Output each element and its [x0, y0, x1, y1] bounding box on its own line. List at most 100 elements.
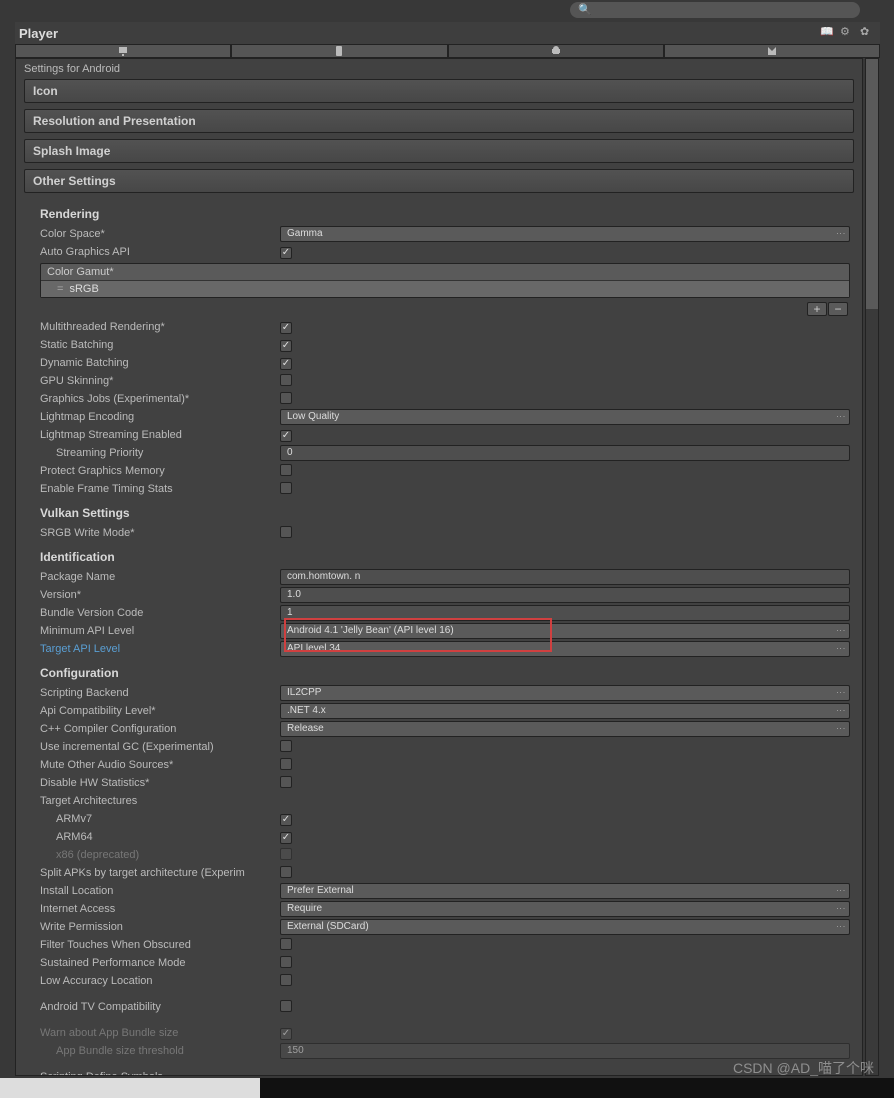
- incremental-gc-label: Use incremental GC (Experimental): [40, 741, 280, 753]
- search-icon: 🔍: [578, 4, 592, 16]
- protect-graphics-checkbox[interactable]: [280, 464, 292, 476]
- static-batching-label: Static Batching: [40, 339, 280, 351]
- color-gamut-box: Color Gamut* sRGB: [40, 263, 850, 298]
- split-apk-label: Split APKs by target architecture (Exper…: [40, 867, 280, 879]
- graphics-jobs-label: Graphics Jobs (Experimental)*: [40, 393, 280, 405]
- gpu-skinning-label: GPU Skinning*: [40, 375, 280, 387]
- armv7-checkbox[interactable]: [280, 814, 292, 826]
- bundle-code-label: Bundle Version Code: [40, 607, 280, 619]
- internet-access-dropdown[interactable]: Require: [280, 901, 850, 917]
- lightmap-encoding-label: Lightmap Encoding: [40, 411, 280, 423]
- api-compat-label: Api Compatibility Level*: [40, 705, 280, 717]
- srgb-write-label: SRGB Write Mode*: [40, 527, 280, 539]
- low-accuracy-checkbox[interactable]: [280, 974, 292, 986]
- filter-touches-label: Filter Touches When Obscured: [40, 939, 280, 951]
- version-label: Version*: [40, 589, 280, 601]
- color-space-label: Color Space*: [40, 228, 280, 240]
- platform-tabs: [15, 44, 880, 58]
- android-tv-label: Android TV Compatibility: [40, 1001, 280, 1013]
- api-compat-dropdown[interactable]: .NET 4.x: [280, 703, 850, 719]
- android-tv-checkbox[interactable]: [280, 1000, 292, 1012]
- target-api-label: Target API Level: [40, 643, 280, 655]
- auto-graphics-checkbox[interactable]: [280, 247, 292, 259]
- search-input[interactable]: 🔍: [570, 2, 860, 18]
- install-location-label: Install Location: [40, 885, 280, 897]
- tab-android[interactable]: [448, 44, 664, 58]
- section-resolution[interactable]: Resolution and Presentation: [24, 109, 854, 133]
- x86-checkbox: [280, 848, 292, 860]
- define-symbols-label: Scripting Define Symbols: [40, 1071, 280, 1076]
- gear-icon[interactable]: ✿: [860, 25, 876, 41]
- gamut-remove-button[interactable]: −: [828, 302, 848, 316]
- gpu-skinning-checkbox[interactable]: [280, 374, 292, 386]
- protect-graphics-label: Protect Graphics Memory: [40, 465, 280, 477]
- multithreaded-checkbox[interactable]: [280, 322, 292, 334]
- section-other[interactable]: Other Settings: [24, 169, 854, 193]
- dynamic-batching-checkbox[interactable]: [280, 358, 292, 370]
- rendering-header: Rendering: [40, 207, 850, 221]
- min-api-dropdown[interactable]: Android 4.1 'Jelly Bean' (API level 16): [280, 623, 850, 639]
- lightmap-encoding-dropdown[interactable]: Low Quality: [280, 409, 850, 425]
- vulkan-header: Vulkan Settings: [40, 506, 850, 520]
- split-apk-checkbox[interactable]: [280, 866, 292, 878]
- help-icon[interactable]: 📖: [820, 25, 836, 41]
- section-icon[interactable]: Icon: [24, 79, 854, 103]
- x86-label: x86 (deprecated): [40, 849, 280, 861]
- settings-icon[interactable]: ⚙: [840, 25, 856, 41]
- internet-access-label: Internet Access: [40, 903, 280, 915]
- color-space-dropdown[interactable]: Gamma: [280, 226, 850, 242]
- gamut-add-button[interactable]: +: [807, 302, 827, 316]
- panel-scrollbar[interactable]: [865, 58, 879, 1076]
- target-arch-label: Target Architectures: [40, 795, 280, 807]
- cpp-config-dropdown[interactable]: Release: [280, 721, 850, 737]
- window-title: Player: [19, 26, 58, 41]
- target-api-dropdown[interactable]: API level 34: [280, 641, 850, 657]
- scripting-backend-dropdown[interactable]: IL2CPP: [280, 685, 850, 701]
- package-name-label: Package Name: [40, 571, 280, 583]
- mute-audio-checkbox[interactable]: [280, 758, 292, 770]
- streaming-priority-field[interactable]: 0: [280, 445, 850, 461]
- dynamic-batching-label: Dynamic Batching: [40, 357, 280, 369]
- incremental-gc-checkbox[interactable]: [280, 740, 292, 752]
- bottom-bar-light: [0, 1078, 260, 1098]
- write-permission-dropdown[interactable]: External (SDCard): [280, 919, 850, 935]
- color-gamut-label: Color Gamut*: [41, 264, 849, 281]
- streaming-priority-label: Streaming Priority: [40, 447, 280, 459]
- cpp-config-label: C++ Compiler Configuration: [40, 723, 280, 735]
- lightmap-streaming-label: Lightmap Streaming Enabled: [40, 429, 280, 441]
- warn-bundle-label: Warn about App Bundle size: [40, 1027, 280, 1039]
- srgb-write-checkbox[interactable]: [280, 526, 292, 538]
- bundle-threshold-field[interactable]: 150: [280, 1043, 850, 1059]
- tab-ios[interactable]: [231, 44, 447, 58]
- tab-webgl[interactable]: [664, 44, 880, 58]
- warn-bundle-checkbox[interactable]: [280, 1028, 292, 1040]
- low-accuracy-label: Low Accuracy Location: [40, 975, 280, 987]
- section-splash[interactable]: Splash Image: [24, 139, 854, 163]
- arm64-checkbox[interactable]: [280, 832, 292, 844]
- package-name-field[interactable]: com.homtown. n: [280, 569, 850, 585]
- disable-hw-stats-label: Disable HW Statistics*: [40, 777, 280, 789]
- scripting-backend-label: Scripting Backend: [40, 687, 280, 699]
- install-location-dropdown[interactable]: Prefer External: [280, 883, 850, 899]
- scrollbar-thumb[interactable]: [866, 59, 878, 309]
- mute-audio-label: Mute Other Audio Sources*: [40, 759, 280, 771]
- graphics-jobs-checkbox[interactable]: [280, 392, 292, 404]
- sustained-perf-label: Sustained Performance Mode: [40, 957, 280, 969]
- frame-timing-checkbox[interactable]: [280, 482, 292, 494]
- static-batching-checkbox[interactable]: [280, 340, 292, 352]
- configuration-header: Configuration: [40, 666, 850, 680]
- write-permission-label: Write Permission: [40, 921, 280, 933]
- disable-hw-stats-checkbox[interactable]: [280, 776, 292, 788]
- filter-touches-checkbox[interactable]: [280, 938, 292, 950]
- bottom-bar-dark: [260, 1078, 894, 1098]
- settings-panel: Settings for Android Icon Resolution and…: [15, 58, 863, 1076]
- color-gamut-item[interactable]: sRGB: [41, 281, 849, 297]
- sustained-perf-checkbox[interactable]: [280, 956, 292, 968]
- auto-graphics-label: Auto Graphics API: [40, 246, 280, 258]
- bundle-threshold-label: App Bundle size threshold: [40, 1045, 280, 1057]
- bundle-code-field[interactable]: 1: [280, 605, 850, 621]
- armv7-label: ARMv7: [40, 813, 280, 825]
- version-field[interactable]: 1.0: [280, 587, 850, 603]
- tab-standalone[interactable]: [15, 44, 231, 58]
- lightmap-streaming-checkbox[interactable]: [280, 430, 292, 442]
